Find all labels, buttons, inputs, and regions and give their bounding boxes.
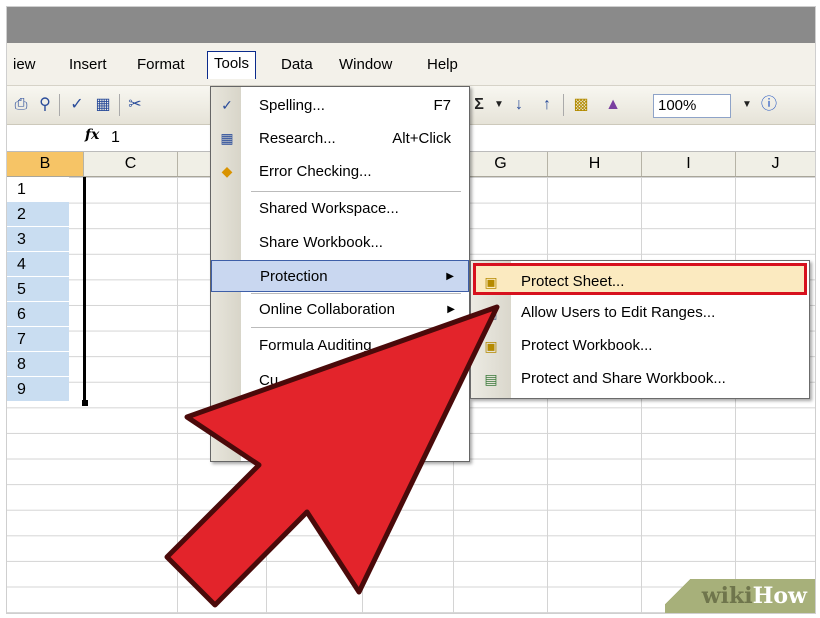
excel-window: iew Insert Format Tools Data Window Help…: [6, 6, 816, 614]
pointer-arrow-icon: [164, 304, 500, 608]
watermark-logo: wikiHow: [701, 583, 807, 609]
